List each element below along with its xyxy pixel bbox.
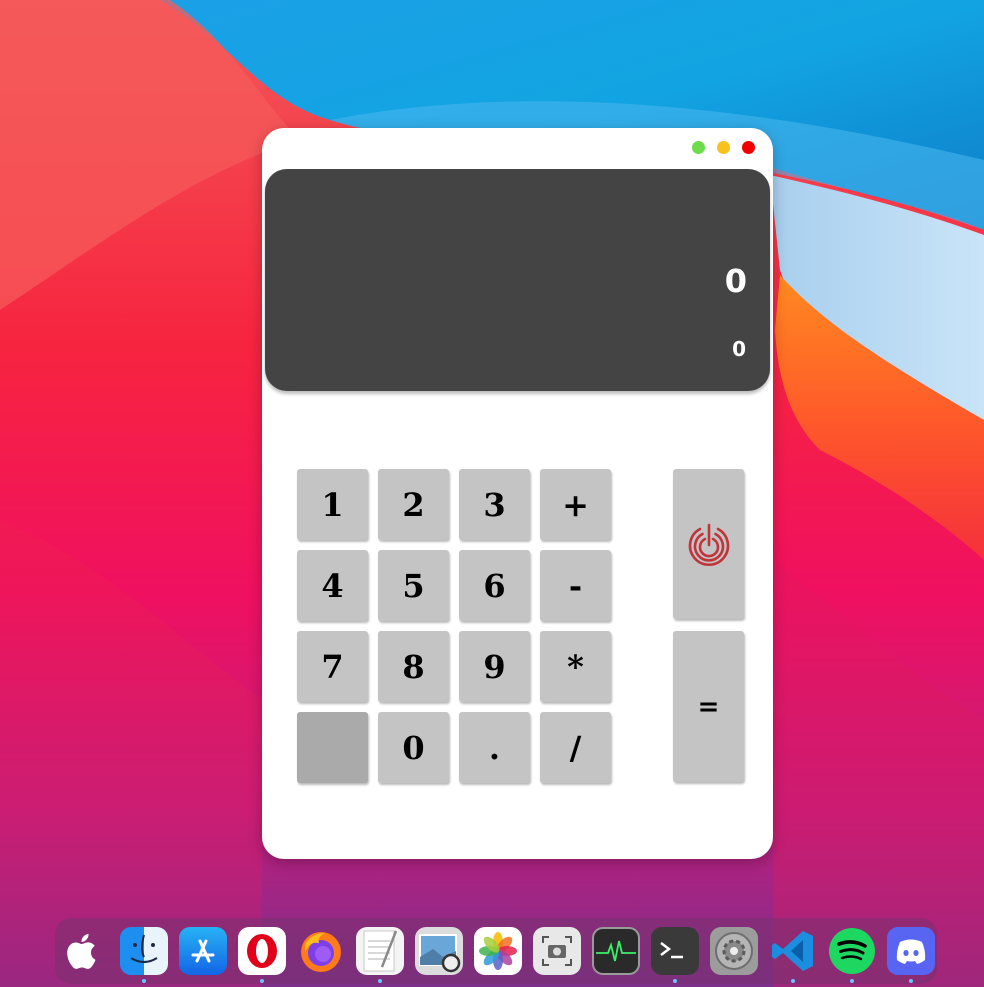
key-0[interactable]: 0 <box>378 712 449 783</box>
equals-button[interactable]: = <box>673 631 744 782</box>
terminal-icon[interactable] <box>651 927 699 975</box>
key-6[interactable]: 6 <box>459 550 530 621</box>
firefox-icon[interactable] <box>297 927 345 975</box>
key-3[interactable]: 3 <box>459 469 530 540</box>
key-divide[interactable]: / <box>540 712 611 783</box>
opera-running-indicator <box>260 979 264 983</box>
window-controls <box>692 141 755 154</box>
key-4[interactable]: 4 <box>297 550 368 621</box>
finder-icon[interactable] <box>120 927 168 975</box>
zoom-button[interactable] <box>692 141 705 154</box>
discord-icon[interactable] <box>887 927 935 975</box>
discord-running-indicator <box>909 979 913 983</box>
key-5[interactable]: 5 <box>378 550 449 621</box>
close-button[interactable] <box>742 141 755 154</box>
key-multiply[interactable]: * <box>540 631 611 702</box>
key-2[interactable]: 2 <box>378 469 449 540</box>
dock <box>55 918 937 984</box>
key-minus[interactable]: - <box>540 550 611 621</box>
calculator-window: 0 0 1 2 3 + 4 5 6 - 7 8 9 * 0 . / = <box>262 128 773 859</box>
power-button[interactable] <box>673 469 744 619</box>
key-blank[interactable] <box>297 712 368 783</box>
key-8[interactable]: 8 <box>378 631 449 702</box>
apple-logo-icon[interactable] <box>60 927 108 975</box>
preview-icon[interactable] <box>415 927 463 975</box>
photos-icon[interactable] <box>474 927 522 975</box>
spotify-running-indicator <box>850 979 854 983</box>
calculator-display: 0 0 <box>265 169 770 391</box>
desktop: 0 0 1 2 3 + 4 5 6 - 7 8 9 * 0 . / = <box>0 0 984 987</box>
key-plus[interactable]: + <box>540 469 611 540</box>
system-preferences-icon[interactable] <box>710 927 758 975</box>
app-store-icon[interactable] <box>179 927 227 975</box>
key-decimal[interactable]: . <box>459 712 530 783</box>
power-icon <box>688 523 729 567</box>
textedit-icon[interactable] <box>356 927 404 975</box>
key-9[interactable]: 9 <box>459 631 530 702</box>
textedit-running-indicator <box>378 979 382 983</box>
display-sub-value: 0 <box>732 337 746 361</box>
opera-icon[interactable] <box>238 927 286 975</box>
vscode-icon[interactable] <box>769 927 817 975</box>
spotify-icon[interactable] <box>828 927 876 975</box>
terminal-running-indicator <box>673 979 677 983</box>
minimize-button[interactable] <box>717 141 730 154</box>
screenshot-icon[interactable] <box>533 927 581 975</box>
key-1[interactable]: 1 <box>297 469 368 540</box>
activity-monitor-icon[interactable] <box>592 927 640 975</box>
key-7[interactable]: 7 <box>297 631 368 702</box>
finder-running-indicator <box>142 979 146 983</box>
display-main-value: 0 <box>724 262 747 300</box>
vscode-running-indicator <box>791 979 795 983</box>
